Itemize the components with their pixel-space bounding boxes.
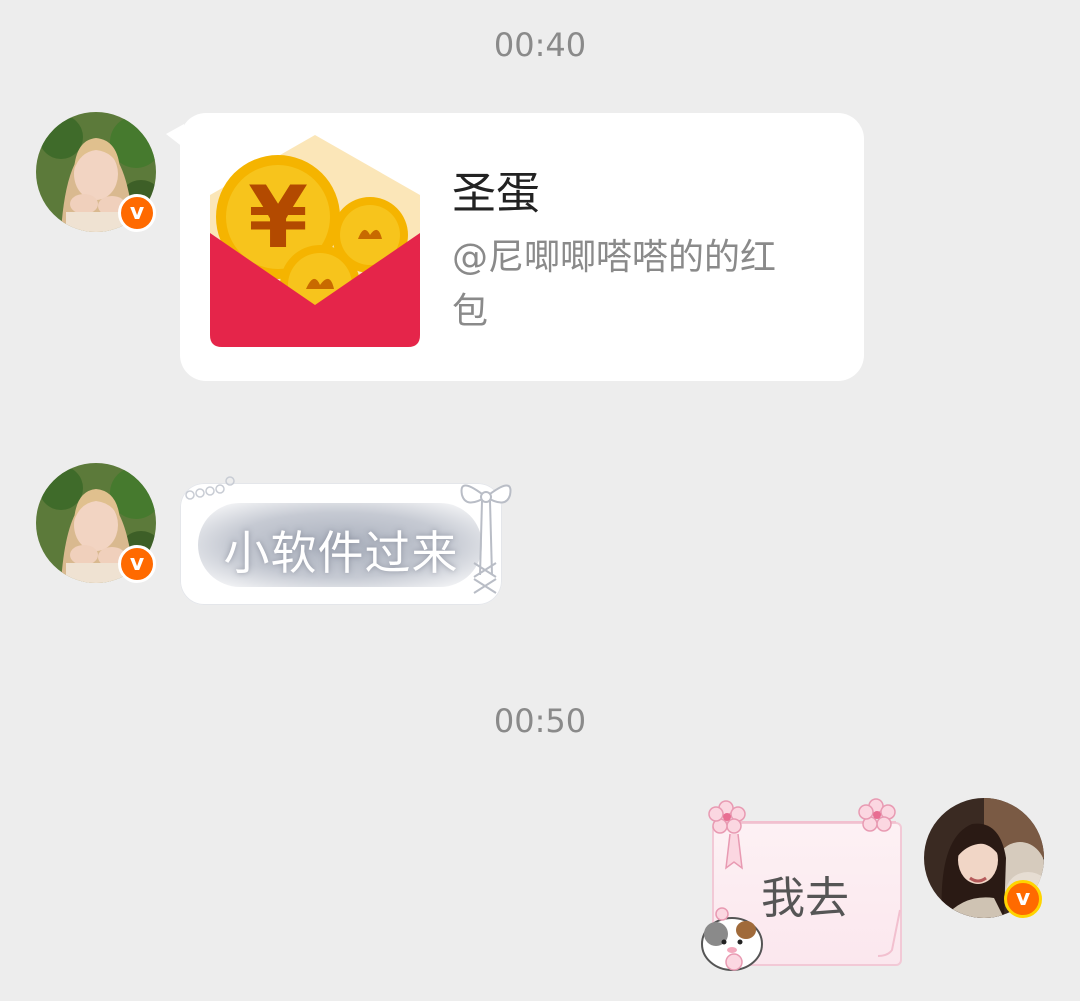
sender-avatar[interactable]: v bbox=[36, 463, 156, 583]
my-avatar[interactable]: v bbox=[924, 798, 1044, 918]
red-packet-subtitle: @尼唧唧嗒嗒的的红 包 bbox=[452, 231, 812, 339]
timestamp: 00:40 bbox=[493, 26, 587, 64]
message-bubble[interactable]: 我去 bbox=[700, 798, 908, 971]
verified-badge-icon: v bbox=[118, 194, 156, 232]
sender-avatar[interactable]: v bbox=[36, 112, 156, 232]
red-packet-title: 圣蛋 bbox=[452, 168, 540, 219]
verified-badge-icon: v bbox=[118, 545, 156, 583]
red-packet-subtitle-line1: @尼唧唧嗒嗒的的红 bbox=[452, 237, 777, 278]
ribbon-bow-icon bbox=[185, 476, 512, 594]
red-packet-icon: ¥ bbox=[210, 135, 420, 347]
hamster-sticker-icon bbox=[701, 907, 763, 971]
message-bubble[interactable]: 小软件过来 bbox=[180, 476, 512, 605]
red-packet-card[interactable]: ¥ 圣蛋 @尼唧唧嗒嗒的的红 包 bbox=[180, 113, 864, 381]
timestamp: 00:50 bbox=[493, 702, 587, 740]
red-packet-subtitle-line2: 包 bbox=[452, 291, 489, 332]
verified-badge-icon: v bbox=[1004, 880, 1042, 918]
